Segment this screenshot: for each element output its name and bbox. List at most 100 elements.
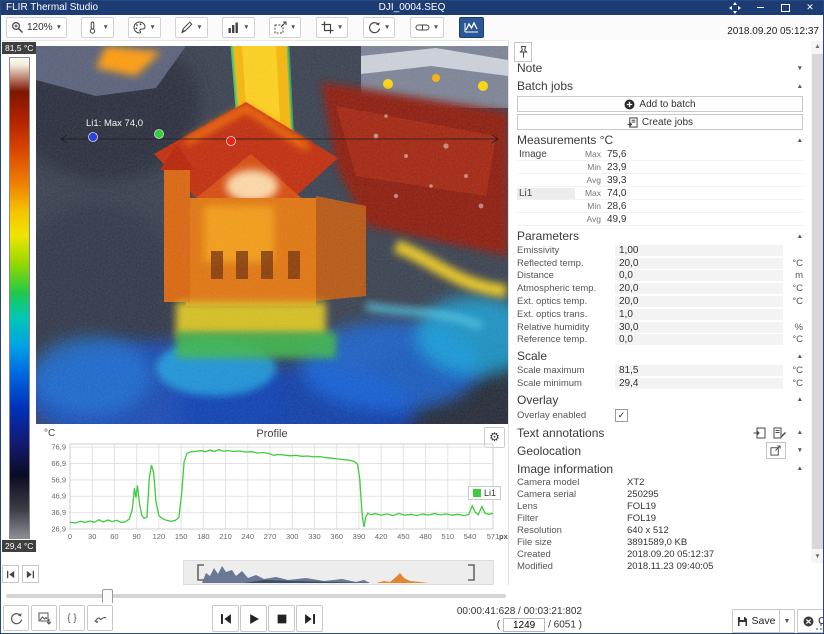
range-start-bracket (198, 565, 204, 580)
parameter-value-field[interactable]: 20,0 (615, 296, 783, 307)
parameter-row: Relative humidity30,0% (517, 321, 803, 334)
section-note[interactable]: Note ▼ (517, 60, 803, 76)
minimize-button[interactable] (754, 2, 766, 13)
parameter-value-field[interactable]: 20,0 (615, 283, 783, 294)
measurement-row: Li1Max74,0 (517, 187, 803, 200)
temperature-scale-button[interactable]: ▼ (81, 17, 113, 38)
create-jobs-label: Create jobs (642, 117, 693, 128)
svg-text:150: 150 (175, 532, 188, 541)
add-to-batch-label: Add to batch (639, 99, 695, 110)
color-scale-bar[interactable] (9, 57, 30, 539)
svg-text:540: 540 (464, 532, 477, 541)
skip-end-icon (304, 613, 316, 625)
scale-min-field[interactable]: 29,4 (615, 378, 783, 389)
play-button[interactable] (240, 605, 267, 632)
open-geolocation-button[interactable] (766, 442, 786, 459)
annotation-pen-button[interactable]: ▼ (175, 17, 207, 38)
svg-text:180: 180 (197, 532, 210, 541)
crop-button[interactable]: ▼ (316, 17, 348, 38)
signature-button[interactable] (87, 605, 113, 631)
title-bar: FLIR Thermal Studio DJI_0004.SEQ ✕ (0, 0, 824, 15)
rotate-button[interactable]: ▼ (363, 17, 395, 38)
overlay-enabled-checkbox[interactable]: ✓ (615, 409, 628, 422)
annotations-collapse-icon: ▲ (797, 429, 803, 436)
profile-plot-button[interactable] (459, 17, 484, 38)
section-measurements[interactable]: Measurements °C ▲ (517, 132, 803, 148)
section-scale-title: Scale (517, 349, 547, 363)
edit-annotations-icon[interactable] (773, 427, 786, 439)
scale-collapse-icon: ▲ (797, 353, 803, 360)
create-jobs-button[interactable]: Create jobs (517, 114, 803, 130)
palette-icon (133, 21, 146, 34)
info-row: Created2018.09.20 05:12:37 (517, 549, 803, 561)
section-text-annotations[interactable]: Text annotations ▲ (517, 425, 803, 441)
section-geolocation[interactable]: Geolocation ▼ (517, 443, 803, 459)
scroll-up-icon[interactable]: ▲ (811, 41, 824, 53)
capture-timestamp: 2018.09.20 05:12:37 (727, 26, 819, 37)
panel-scrollbar[interactable]: ▲ ▼ (811, 41, 824, 563)
sequence-timeline[interactable] (183, 560, 494, 585)
signature-icon (94, 612, 107, 625)
line-min-marker (89, 133, 98, 142)
profile-chart-panel: °C Profile ⚙ 76,966,956,946,936,926,9030… (36, 427, 508, 558)
isotherm-button[interactable]: ▼ (410, 17, 444, 38)
info-row: Camera serial250295 (517, 489, 803, 501)
go-to-end-button[interactable] (296, 605, 323, 632)
resize-grip[interactable] (814, 624, 822, 632)
note-expand-icon: ▼ (797, 65, 803, 72)
parameter-value-field[interactable]: 30,0 (615, 322, 783, 333)
circular-arrow-icon (10, 612, 23, 625)
pushpin-icon (519, 46, 528, 58)
svg-text:330: 330 (308, 532, 321, 541)
scale-row: Scale maximum81,5°C (517, 364, 803, 377)
histogram-button[interactable]: ▼ (222, 17, 254, 38)
stop-button[interactable] (268, 605, 295, 632)
parameter-value-field[interactable]: 1,00 (615, 245, 783, 256)
legend-item-li1[interactable]: Li1 (468, 486, 501, 500)
svg-text:120: 120 (153, 532, 166, 541)
refresh-button[interactable] (3, 605, 29, 631)
section-parameters[interactable]: Parameters ▲ (517, 228, 803, 244)
scroll-thumb[interactable] (812, 54, 823, 549)
parameter-value-field[interactable]: 0,0 (615, 270, 783, 281)
parameter-value-field[interactable]: 0,0 (615, 334, 783, 345)
parameter-value-field[interactable]: 20,0 (615, 258, 783, 269)
save-button[interactable]: Save (732, 609, 780, 633)
section-overlay[interactable]: Overlay ▲ (517, 392, 803, 408)
import-annotations-icon[interactable] (753, 427, 766, 439)
svg-text:60: 60 (110, 532, 118, 541)
rotate-icon (368, 21, 381, 34)
main-toolbar: 120%▼ ▼ ▼ ▼ ▼ ▼ ▼ ▼ ▼ (0, 15, 824, 41)
line-max-marker (227, 137, 236, 146)
batch-collapse-icon: ▲ (797, 83, 803, 90)
info-row: FilterFOL19 (517, 513, 803, 525)
seek-slider[interactable] (6, 589, 506, 603)
scale-min-badge: 29,4 °C (2, 540, 36, 552)
formula-button[interactable]: { } (59, 605, 85, 631)
prev-frame-button[interactable] (2, 565, 19, 583)
section-batch-jobs[interactable]: Batch jobs ▲ (517, 78, 803, 94)
maximize-button[interactable] (779, 2, 791, 13)
zoom-level-button[interactable]: 120%▼ (6, 17, 67, 38)
go-to-start-button[interactable] (212, 605, 239, 632)
next-frame-button[interactable] (22, 565, 39, 583)
svg-text:56,9: 56,9 (51, 475, 66, 484)
scroll-down-icon[interactable]: ▼ (811, 551, 824, 563)
thermometer-icon (86, 21, 99, 34)
parameter-row: Reference temp.0,0°C (517, 334, 803, 347)
save-image-button[interactable] (31, 605, 57, 631)
palette-button[interactable]: ▼ (128, 17, 160, 38)
region-tools-button[interactable]: ▼ (269, 17, 301, 38)
scale-max-field[interactable]: 81,5 (615, 365, 783, 376)
save-options-button[interactable]: ▼ (779, 609, 795, 633)
seek-track[interactable] (6, 594, 506, 598)
geolocation-expand-icon: ▼ (797, 447, 803, 454)
frame-number-input[interactable] (503, 618, 545, 632)
add-to-batch-button[interactable]: Add to batch (517, 96, 803, 112)
svg-text:360: 360 (330, 532, 343, 541)
section-image-information[interactable]: Image information ▲ (517, 461, 803, 477)
thermal-image-view[interactable]: Li1: Max 74,0 (36, 46, 508, 424)
parameter-value-field[interactable]: 1,0 (615, 309, 783, 320)
section-scale[interactable]: Scale ▲ (517, 348, 803, 364)
close-window-button[interactable]: ✕ (804, 2, 816, 13)
